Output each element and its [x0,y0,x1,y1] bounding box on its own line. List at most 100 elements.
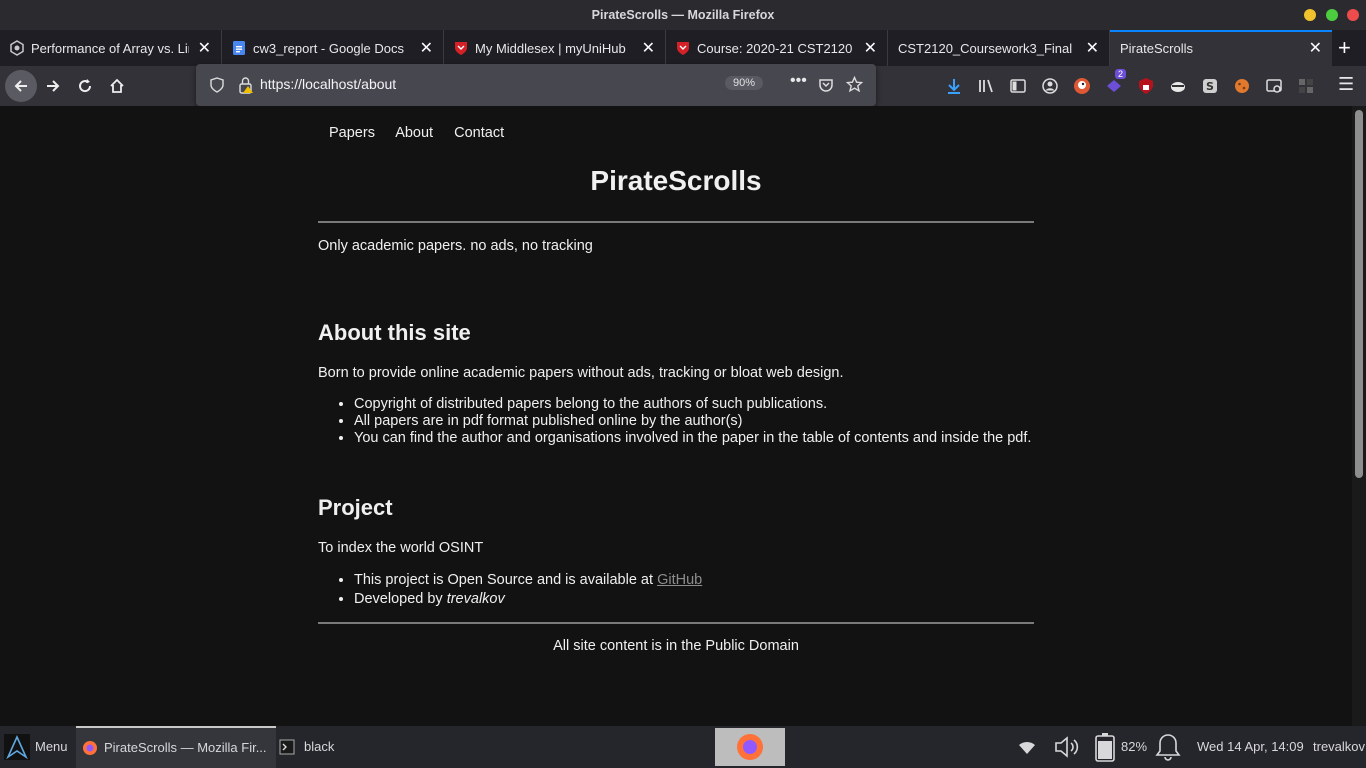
scrollbar-thumb[interactable] [1355,110,1363,478]
page-viewport: Papers About Contact PirateScrolls Only … [0,106,1352,726]
minimize-window-button[interactable] [1304,9,1316,21]
site-title: PirateScrolls [590,165,762,196]
google-docs-icon [233,41,245,55]
tab-course-cst2120[interactable]: Course: 2020-21 CST2120 ✕ [666,30,888,66]
tab-label: PirateScrolls [1120,41,1193,56]
screenshot-extension-icon[interactable] [1265,77,1283,95]
insecure-lock-warning-icon[interactable] [238,76,254,94]
zoom-level-badge[interactable]: 90% [725,76,764,90]
close-tab-icon[interactable]: ✕ [420,38,433,58]
developed-by-text: Developed by [354,591,447,607]
pocket-icon[interactable] [818,77,834,93]
open-source-text: This project is Open Source and is avail… [354,572,658,588]
header-divider [318,221,1034,223]
address-bar[interactable]: https://localhost/about 90% ••• [196,64,876,106]
about-heading: About this site [318,320,471,345]
extension-badge-icon[interactable]: 2 [1105,69,1127,95]
close-tab-icon[interactable]: ✕ [864,38,877,58]
duckduckgo-extension-icon[interactable] [1073,77,1091,95]
s-extension-icon[interactable]: S [1201,77,1219,95]
clock[interactable]: Wed 14 Apr, 14:09 [1197,726,1304,768]
nav-link-papers[interactable]: Papers [329,125,375,141]
close-tab-icon[interactable]: ✕ [1086,38,1099,58]
tab-strip: Performance of Array vs. Lin ✕ cw3_repor… [0,30,1366,66]
bookmark-star-icon[interactable] [846,76,863,93]
home-button[interactable] [104,73,130,99]
hexagon-site-icon [10,40,24,56]
site-nav: Papers About Contact [329,125,521,141]
about-list: Copyright of distributed papers belong t… [318,396,1031,447]
grid-extension-icon[interactable] [1297,77,1315,95]
new-tab-icon[interactable]: + [1338,35,1351,61]
firefox-icon [737,734,763,760]
project-intro: To index the world OSINT [318,540,484,556]
window-title: PirateScrolls — Mozilla Firefox [591,8,775,22]
downloads-icon[interactable] [945,77,963,95]
page-scrollbar[interactable] [1352,106,1366,726]
back-arrow-icon [14,80,27,92]
site-tagline: Only academic papers. no ads, no trackin… [318,238,593,254]
list-item: All papers are in pdf format published o… [354,413,1031,430]
close-tab-icon[interactable]: ✕ [198,38,211,58]
middlesex-shield-icon [677,42,689,55]
list-item: This project is Open Source and is avail… [354,571,702,590]
account-icon[interactable] [1041,77,1059,95]
taskbar-item-firefox-window[interactable]: PirateScrolls — Mozilla Fir... [76,726,276,768]
svg-text:S: S [1206,80,1214,93]
tracking-protection-shield-icon[interactable] [210,77,224,93]
cookie-autodelete-icon[interactable] [1233,77,1251,95]
start-menu-button[interactable]: Menu [0,726,76,768]
home-icon [110,78,124,93]
battery-percentage: 82% [1121,739,1148,754]
tab-myunihub[interactable]: My Middlesex | myUniHub ✕ [444,30,666,66]
privacy-badger-icon[interactable] [1169,77,1187,95]
nav-link-about[interactable]: About [395,125,433,141]
site-footer: All site content is in the Public Domain [553,638,799,654]
desktop-taskbar: Menu PirateScrolls — Mozilla Fir... blac… [0,726,1366,768]
url-text[interactable]: https://localhost/about [260,76,396,92]
window-titlebar: PirateScrolls — Mozilla Firefox [0,0,1366,30]
tab-piratescrolls[interactable]: PirateScrolls ✕ [1110,30,1332,66]
close-window-button[interactable] [1347,9,1359,21]
taskbar-item-terminal[interactable]: black [276,726,396,768]
firefox-icon [83,741,97,755]
volume-icon[interactable] [1053,734,1081,760]
developer-name: trevalkov [446,591,505,607]
nav-link-contact[interactable]: Contact [454,125,504,141]
reload-button[interactable] [72,73,98,99]
close-tab-icon[interactable]: ✕ [1309,38,1322,58]
taskbar-item-label: PirateScrolls — Mozilla Fir... [104,740,267,755]
footer-divider [318,622,1034,624]
tab-google-docs[interactable]: cw3_report - Google Docs ✕ [222,30,444,66]
workspace-firefox-launcher[interactable] [715,728,785,766]
notifications-bell-icon[interactable] [1154,732,1182,762]
taskbar-item-label: black [304,739,335,754]
navigation-toolbar: https://localhost/about 90% ••• 2 S ☰ [0,64,1366,106]
arch-logo-icon [4,734,30,760]
close-tab-icon[interactable]: ✕ [642,38,655,58]
sidebar-toggle-icon[interactable] [1009,77,1027,95]
wifi-icon[interactable] [1018,741,1036,755]
project-list: This project is Open Source and is avail… [318,571,702,609]
forward-arrow-icon [47,80,60,92]
hamburger-menu-icon[interactable]: ☰ [1338,74,1354,95]
middlesex-shield-icon [455,42,467,55]
forward-button[interactable] [40,73,66,99]
project-heading: Project [318,495,393,520]
username[interactable]: trevalkov [1313,726,1365,768]
list-item: You can find the author and organisation… [354,430,1031,447]
page-actions-menu-icon[interactable]: ••• [790,72,807,90]
list-item: Copyright of distributed papers belong t… [354,396,1031,413]
tab-performance-array[interactable]: Performance of Array vs. Lin ✕ [0,30,222,66]
github-link[interactable]: GitHub [657,572,702,588]
tab-coursework3-final[interactable]: CST2120_Coursework3_Final ✕ [888,30,1110,66]
battery-icon[interactable] [1094,732,1116,762]
tab-label: Performance of Array vs. Lin [31,41,189,56]
maximize-window-button[interactable] [1326,9,1338,21]
library-icon[interactable] [977,77,995,95]
reload-icon [79,79,92,93]
tab-label: My Middlesex | myUniHub [475,41,626,56]
tab-label: CST2120_Coursework3_Final [898,41,1073,56]
back-button[interactable] [5,70,37,102]
ublock-shield-icon[interactable] [1137,77,1155,95]
